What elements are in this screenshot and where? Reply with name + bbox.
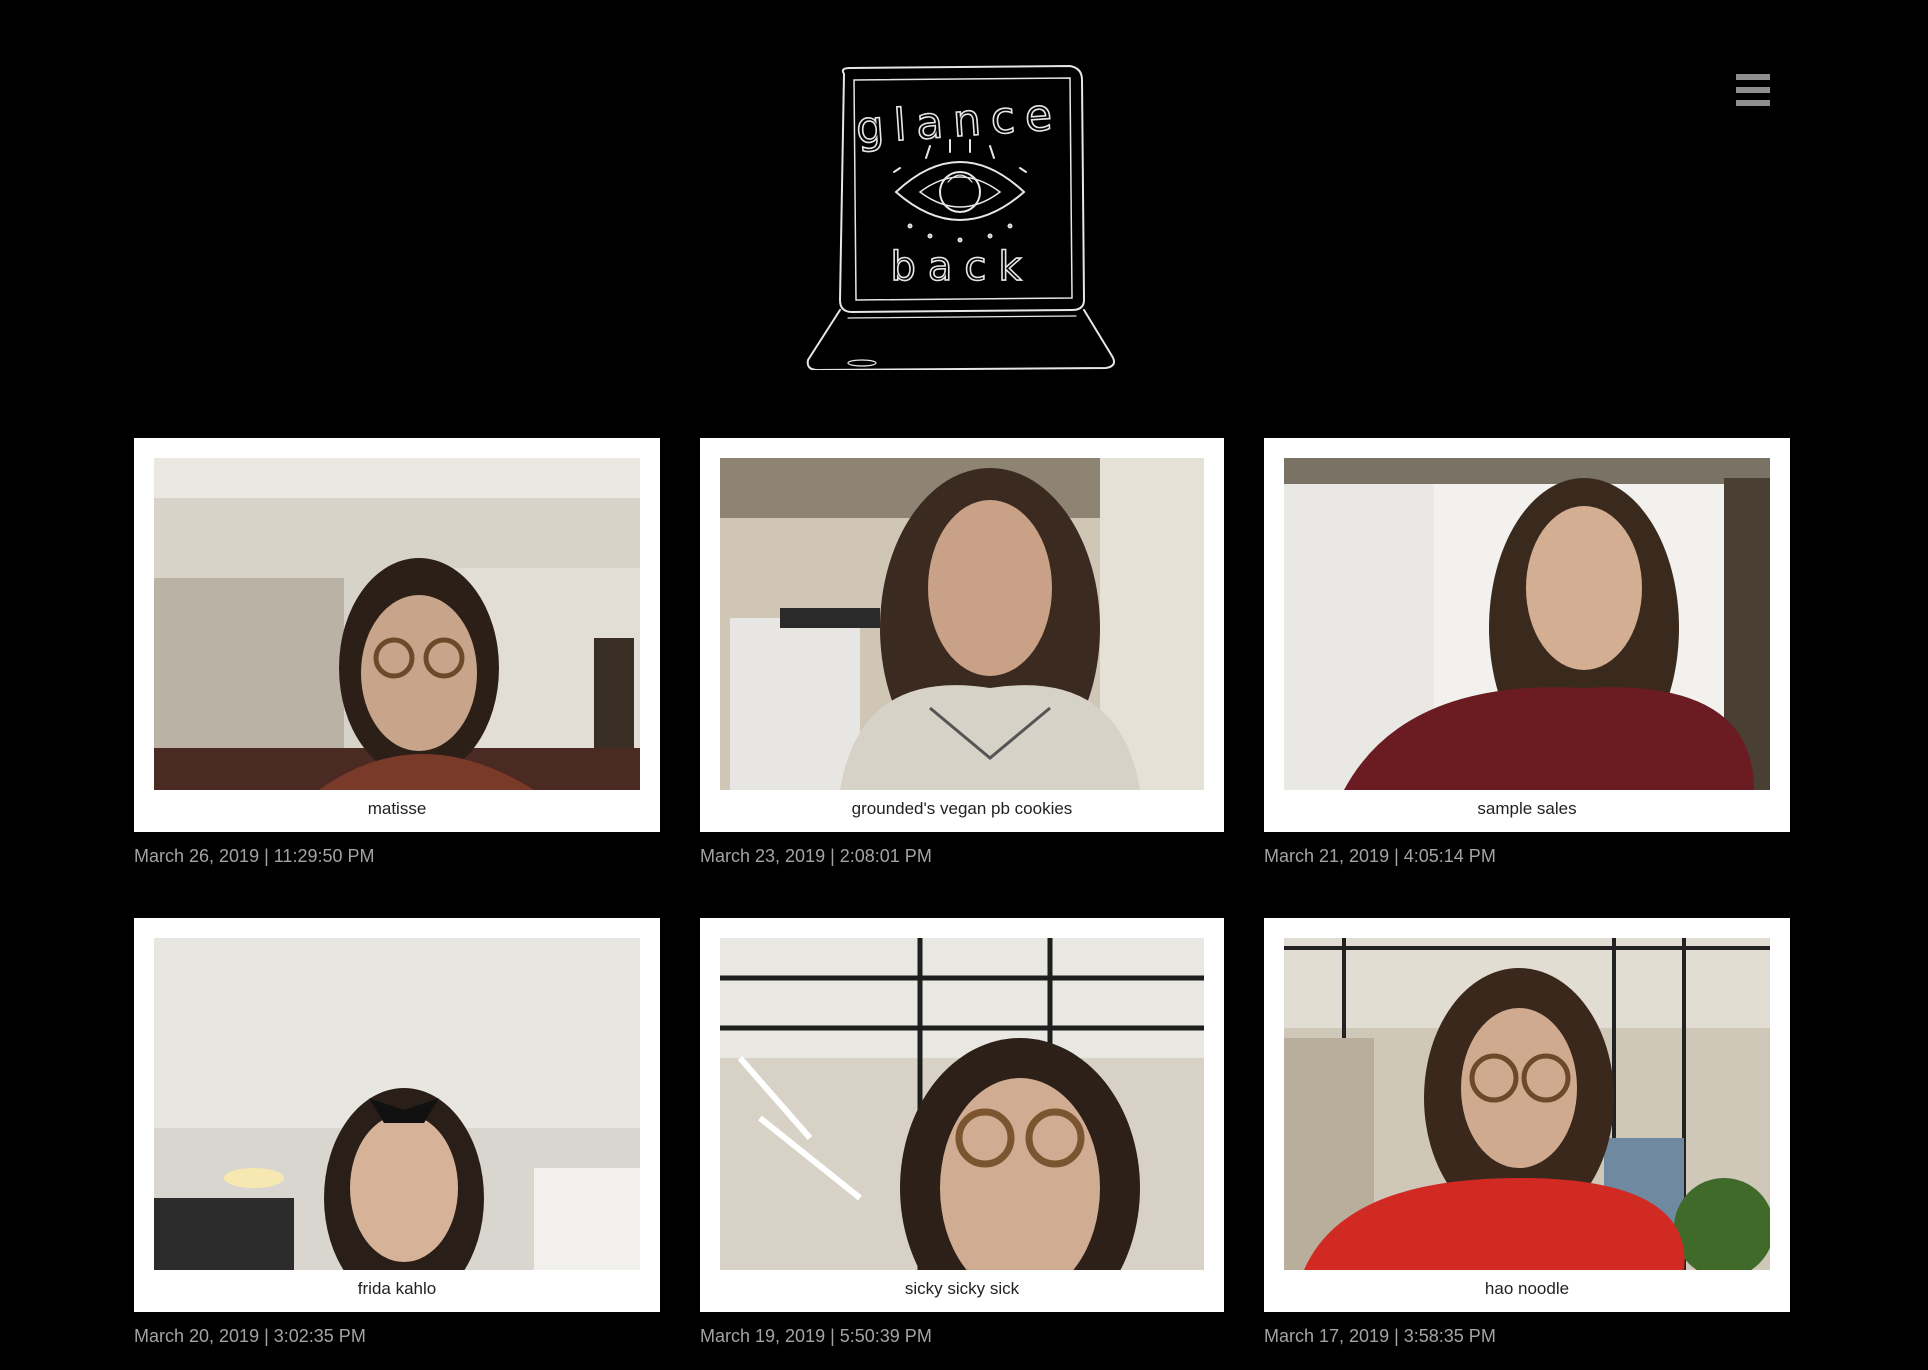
post-caption: grounded's vegan pb cookies (851, 799, 1073, 818)
post-card[interactable]: frida kahlo (134, 918, 660, 1312)
webcam-photo[interactable] (1284, 458, 1770, 790)
post-caption: frida kahlo (357, 1279, 437, 1298)
webcam-photo[interactable] (720, 458, 1204, 790)
logo-text-bottom: back (890, 244, 1033, 290)
post-entry: hao noodle March 17, 2019 | 3:58:35 PM (1264, 918, 1790, 1370)
post-card[interactable]: sample sales (1264, 438, 1790, 832)
post-caption: sample sales (1477, 799, 1577, 818)
post-timestamp: March 21, 2019 | 4:05:14 PM (1264, 846, 1496, 866)
post-entry: sicky sicky sick March 19, 2019 | 5:50:3… (700, 918, 1224, 1370)
post-entry: grounded's vegan pb cookies March 23, 20… (700, 438, 1224, 918)
post-card[interactable]: hao noodle (1264, 918, 1790, 1312)
post-card[interactable]: matisse (134, 438, 660, 832)
posts-grid: matisse March 26, 2019 | 11:29:50 PM gro… (134, 438, 1790, 1370)
post-timestamp: March 17, 2019 | 3:58:35 PM (1264, 1326, 1496, 1346)
post-timestamp: March 19, 2019 | 5:50:39 PM (700, 1326, 932, 1346)
hamburger-menu-button[interactable] (1736, 74, 1770, 106)
hamburger-icon-bar (1736, 87, 1770, 93)
hamburger-icon-bar (1736, 100, 1770, 106)
webcam-photo[interactable] (154, 938, 640, 1270)
post-timestamp: March 23, 2019 | 2:08:01 PM (700, 846, 932, 866)
post-entry: sample sales March 21, 2019 | 4:05:14 PM (1264, 438, 1790, 918)
post-entry: matisse March 26, 2019 | 11:29:50 PM (134, 438, 660, 918)
post-card[interactable]: grounded's vegan pb cookies (700, 438, 1224, 832)
post-timestamp: March 20, 2019 | 3:02:35 PM (134, 1326, 366, 1346)
webcam-photo[interactable] (154, 458, 640, 790)
glance-back-logo[interactable]: glance back (800, 60, 1120, 370)
webcam-photo[interactable] (1284, 938, 1770, 1270)
hamburger-icon (1736, 74, 1770, 80)
post-caption: hao noodle (1484, 1279, 1570, 1298)
page: glance back matisse March 26, 2019 | 11:… (0, 0, 1928, 1370)
post-timestamp: March 26, 2019 | 11:29:50 PM (134, 846, 375, 866)
logo-text-top: glance (854, 89, 1063, 154)
post-card[interactable]: sicky sicky sick (700, 918, 1224, 1312)
post-caption: matisse (367, 799, 427, 818)
webcam-photo[interactable] (720, 938, 1204, 1270)
post-caption: sicky sicky sick (904, 1279, 1020, 1298)
post-entry: frida kahlo March 20, 2019 | 3:02:35 PM (134, 918, 660, 1370)
